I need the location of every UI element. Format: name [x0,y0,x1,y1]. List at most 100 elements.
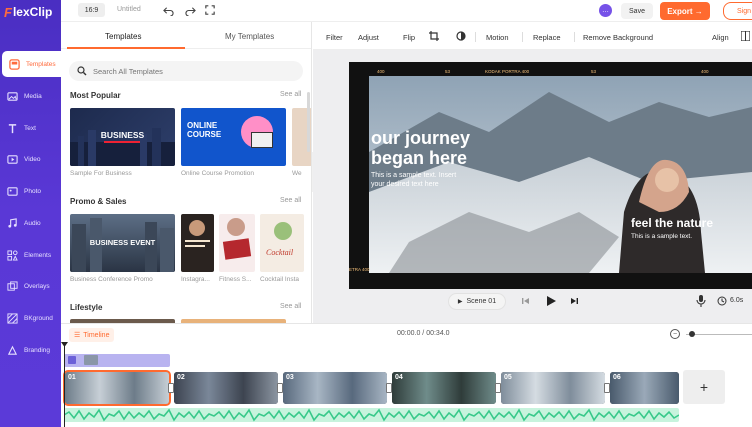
thumb-title: ONLINE COURSE [187,121,222,139]
align-button[interactable]: Align [712,33,729,42]
clip-number: 02 [177,374,185,381]
add-scene-button[interactable]: + [683,370,725,404]
tab-templates[interactable]: Templates [105,32,141,41]
transition-marker[interactable] [604,383,610,393]
sidebar-item-label: Photo [24,187,41,195]
timeline-clip[interactable]: 01 [63,370,171,406]
scene-selector-button[interactable]: ▶ Scene 01 [448,293,506,310]
skip-forward-icon[interactable] [569,296,579,306]
transition-marker[interactable] [277,383,283,393]
motion-button[interactable]: Motion [486,33,509,42]
microphone-icon[interactable] [696,295,706,307]
fullscreen-icon[interactable] [204,4,216,16]
cocktail-glass-graphic [274,222,292,240]
flip-button[interactable]: Flip [403,33,415,42]
headline-text[interactable]: our journey began here [371,128,470,168]
crop-icon[interactable] [429,31,439,43]
thumb-title: BUSINESS EVENT [89,238,156,247]
timeline-clip[interactable]: 05 [501,372,605,404]
secondary-headline-text[interactable]: feel the nature [631,216,713,230]
contrast-icon[interactable] [456,31,466,43]
audio-track[interactable] [64,408,679,422]
scene-label: Scene 01 [466,298,497,305]
headline-line-1: our journey [371,128,471,148]
timeline-clip[interactable]: 04 [392,372,496,404]
video-icon [5,153,19,165]
clip-number: 06 [613,374,621,381]
preview-stage: 400 53 KODAK PORTRA 400 53 400 ETRA 400 … [313,50,752,323]
undo-icon[interactable] [162,4,174,16]
template-thumb-instagram[interactable] [181,214,214,272]
section-title-most-popular: Most Popular [70,91,121,100]
templates-panel: Templates My Templates Most Popular See … [61,22,312,323]
zoom-slider-track[interactable] [686,334,752,335]
transition-marker[interactable] [168,383,174,393]
film-code: ETRA 400 [349,267,370,272]
transition-marker[interactable] [495,383,501,393]
template-thumb-cocktail[interactable]: Cocktail [260,214,304,272]
timeline-clip[interactable]: 06 [610,372,679,404]
scene-duration[interactable]: 6.0s [730,297,743,304]
transition-marker[interactable] [386,383,392,393]
flexclip-logo[interactable]: FlexClip [4,4,52,20]
video-canvas[interactable]: 400 53 KODAK PORTRA 400 53 400 ETRA 400 … [349,62,752,289]
overlay-track[interactable] [64,354,170,367]
see-all-lifestyle[interactable]: See all [280,303,301,310]
sidebar-item-audio[interactable]: Audio [0,210,61,236]
see-all-promo-sales[interactable]: See all [280,197,301,204]
search-input[interactable] [93,66,273,76]
replace-button[interactable]: Replace [533,33,561,42]
adjust-button[interactable]: Adjust [358,33,379,42]
playback-bar: ▶ Scene 01 6.0s [313,290,752,323]
sidebar-item-media[interactable]: Media [0,83,61,109]
tab-my-templates[interactable]: My Templates [225,32,274,41]
see-all-most-popular[interactable]: See all [280,91,301,98]
playhead[interactable] [64,344,65,427]
timeline-clip[interactable]: 02 [174,372,278,404]
timeline-toggle[interactable]: ☰ Timeline [69,328,115,342]
zoom-out-icon[interactable]: − [670,329,680,339]
template-thumb-online-course[interactable]: ONLINE COURSE [181,108,286,166]
template-thumb-fitness[interactable] [219,214,255,272]
template-search[interactable] [69,61,303,81]
save-button[interactable]: Save [621,3,653,19]
sign-in-button[interactable]: Sign [723,2,752,20]
sidebar-item-video[interactable]: Video [0,146,61,172]
left-sidebar: FlexClip Templates Media Text Video Phot… [0,0,61,427]
timeline-label-text: Timeline [83,331,110,339]
sidebar-item-photo[interactable]: Photo [0,178,61,204]
sidebar-item-bkground[interactable]: BKground [0,305,61,331]
photo-icon [5,185,19,197]
playhead-handle[interactable] [61,342,68,347]
secondary-body-text[interactable]: This is a sample text. [631,233,692,240]
sidebar-item-branding[interactable]: Branding [0,337,61,363]
export-button[interactable]: Export → [660,2,710,20]
template-caption: Business Conference Promo [70,276,153,283]
project-title[interactable]: Untitled [117,6,141,13]
sidebar-item-text[interactable]: Text [0,115,61,141]
play-icon[interactable] [545,295,557,307]
person-face-graphic [227,218,245,236]
skip-back-icon[interactable] [521,296,531,306]
template-caption: Sample For Business [70,170,132,177]
audio-waveform [64,408,679,422]
split-view-icon[interactable] [740,30,751,43]
body-text[interactable]: This is a sample text. Insert your desir… [371,171,456,189]
template-thumb-business-event[interactable]: BUSINESS EVENT [70,214,175,272]
sidebar-item-overlays[interactable]: Overlays [0,273,61,299]
active-tab-indicator [67,47,185,49]
template-thumb-business[interactable]: BUSINESS [70,108,175,166]
remove-background-button[interactable]: Remove Background [583,33,653,42]
sidebar-item-elements[interactable]: Elements [0,242,61,268]
panel-scrollbar[interactable] [307,92,310,152]
sidebar-item-templates[interactable]: Templates [2,51,61,77]
filter-button[interactable]: Filter [326,33,343,42]
chat-icon[interactable]: … [599,4,612,17]
zoom-slider-handle[interactable] [689,331,695,337]
aspect-ratio-button[interactable]: 16:9 [78,3,105,17]
thumb-accent-bar [104,141,140,143]
timeline-clip[interactable]: 03 [283,372,387,404]
text-icon [5,122,19,134]
sidebar-item-label: BKground [24,314,53,322]
redo-icon[interactable] [184,4,196,16]
